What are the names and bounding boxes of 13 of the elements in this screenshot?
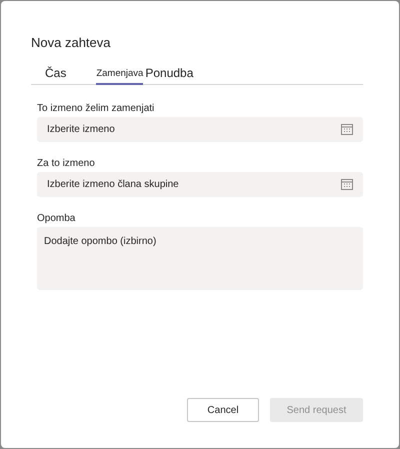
input-field[interactable]: Izberite izmeno (37, 117, 363, 142)
note-field[interactable]: Dodajte opombo (izbirno) (37, 227, 363, 290)
tab[interactable]: Čas (45, 66, 66, 85)
tab[interactable]: Ponudba (145, 66, 194, 85)
dialog-title: Nova zahteva (31, 35, 110, 50)
input-field[interactable]: Izberite izmeno člana skupine (37, 172, 363, 197)
calendar-icon[interactable] (341, 124, 353, 135)
field-label: Za to izmeno (37, 158, 95, 169)
calendar-icon[interactable] (341, 179, 353, 190)
tab[interactable]: Zamenjava (96, 68, 144, 85)
field-label: To izmeno želim zamenjati (37, 103, 154, 114)
field-label: Opomba (37, 213, 76, 224)
cancel-button[interactable]: Cancel (187, 398, 259, 422)
